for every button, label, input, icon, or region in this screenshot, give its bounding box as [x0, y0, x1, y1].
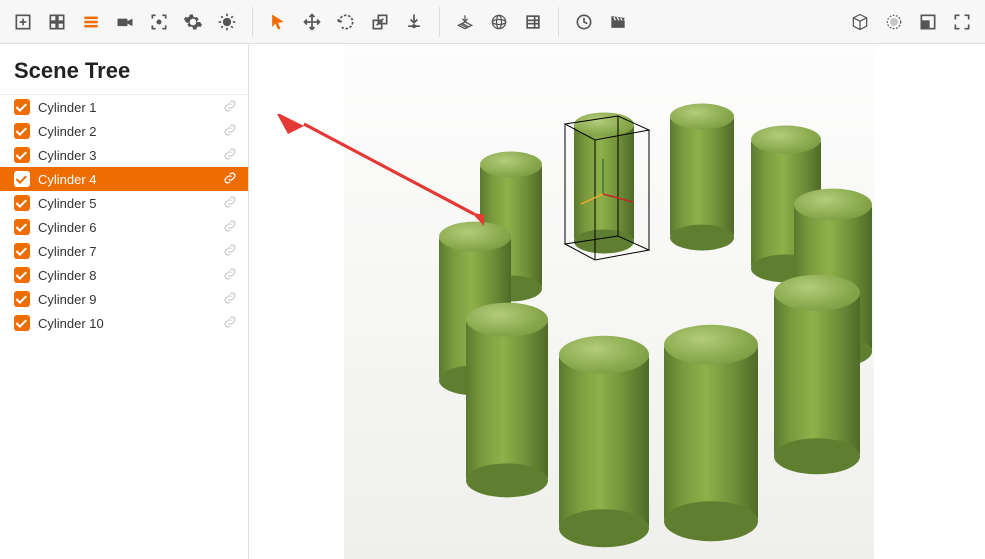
toolbar-separator	[439, 7, 440, 37]
link-icon[interactable]	[222, 314, 238, 333]
scene-tree-item-label: Cylinder 3	[38, 148, 222, 163]
scene-tree-title: Scene Tree	[0, 44, 248, 94]
link-icon[interactable]	[222, 146, 238, 165]
scale-icon[interactable]	[363, 5, 397, 39]
cylinder-object[interactable]	[466, 319, 548, 481]
scene-tree-item-label: Cylinder 9	[38, 292, 222, 307]
scene-tree-item[interactable]: Cylinder 6	[0, 215, 248, 239]
scene-tree-item[interactable]: Cylinder 7	[0, 239, 248, 263]
selection-bbox	[563, 104, 653, 262]
scene-tree-item-label: Cylinder 5	[38, 196, 222, 211]
scene-tree-item-label: Cylinder 2	[38, 124, 222, 139]
cursor-icon[interactable]	[261, 5, 295, 39]
link-icon[interactable]	[222, 290, 238, 309]
link-icon[interactable]	[222, 170, 238, 189]
visibility-checkbox[interactable]	[14, 99, 30, 115]
scene-tree-panel: Scene Tree Cylinder 1Cylinder 2Cylinder …	[0, 44, 249, 559]
panel-icon[interactable]	[911, 5, 945, 39]
scene-tree-item[interactable]: Cylinder 2	[0, 119, 248, 143]
visibility-checkbox[interactable]	[14, 195, 30, 211]
clapper-icon[interactable]	[601, 5, 635, 39]
snap-icon[interactable]	[397, 5, 431, 39]
scene-tree-list: Cylinder 1 Cylinder 2 Cylinder 3 Cylinder 4…	[0, 94, 248, 335]
time-icon[interactable]	[567, 5, 601, 39]
visibility-checkbox[interactable]	[14, 243, 30, 259]
link-icon[interactable]	[222, 122, 238, 141]
rotate-icon[interactable]	[329, 5, 363, 39]
cylinder-object[interactable]	[670, 116, 734, 238]
main-toolbar	[0, 0, 985, 44]
visibility-checkbox[interactable]	[14, 315, 30, 331]
camera-icon[interactable]	[108, 5, 142, 39]
shade-icon[interactable]	[877, 5, 911, 39]
globe-icon[interactable]	[482, 5, 516, 39]
cylinder-object[interactable]	[774, 292, 860, 457]
link-icon[interactable]	[222, 218, 238, 237]
scene-tree-item-label: Cylinder 4	[38, 172, 222, 187]
link-icon[interactable]	[222, 242, 238, 261]
ground-icon[interactable]	[448, 5, 482, 39]
visibility-checkbox[interactable]	[14, 267, 30, 283]
toolbar-separator	[252, 7, 253, 37]
grid-icon[interactable]	[40, 5, 74, 39]
visibility-checkbox[interactable]	[14, 171, 30, 187]
scene-tree-item-label: Cylinder 8	[38, 268, 222, 283]
visibility-checkbox[interactable]	[14, 219, 30, 235]
scene-tree-item-label: Cylinder 7	[38, 244, 222, 259]
visibility-checkbox[interactable]	[14, 291, 30, 307]
scene-tree-item[interactable]: Cylinder 3	[0, 143, 248, 167]
toolbar-separator	[558, 7, 559, 37]
cube-icon[interactable]	[843, 5, 877, 39]
scene-tree-item[interactable]: Cylinder 8	[0, 263, 248, 287]
cylinder-object[interactable]	[559, 354, 649, 529]
link-icon[interactable]	[222, 98, 238, 117]
move-icon[interactable]	[295, 5, 329, 39]
visibility-checkbox[interactable]	[14, 147, 30, 163]
list-icon[interactable]	[74, 5, 108, 39]
scene-tree-item-label: Cylinder 10	[38, 316, 222, 331]
visibility-checkbox[interactable]	[14, 123, 30, 139]
scene-tree-item-label: Cylinder 6	[38, 220, 222, 235]
link-icon[interactable]	[222, 266, 238, 285]
scene-tree-item[interactable]: Cylinder 1	[0, 95, 248, 119]
layers-icon[interactable]	[516, 5, 550, 39]
scene-tree-item[interactable]: Cylinder 10	[0, 311, 248, 335]
expand-icon[interactable]	[945, 5, 979, 39]
focus-icon[interactable]	[142, 5, 176, 39]
scene-tree-item[interactable]: Cylinder 9	[0, 287, 248, 311]
sun-icon[interactable]	[210, 5, 244, 39]
link-icon[interactable]	[222, 194, 238, 213]
viewport-3d[interactable]	[249, 44, 985, 559]
cylinder-object[interactable]	[664, 344, 758, 522]
scene-tree-item[interactable]: Cylinder 5	[0, 191, 248, 215]
add-icon[interactable]	[6, 5, 40, 39]
render-area	[344, 44, 874, 559]
scene-tree-item-label: Cylinder 1	[38, 100, 222, 115]
scene-tree-item[interactable]: Cylinder 4	[0, 167, 248, 191]
settings-icon[interactable]	[176, 5, 210, 39]
